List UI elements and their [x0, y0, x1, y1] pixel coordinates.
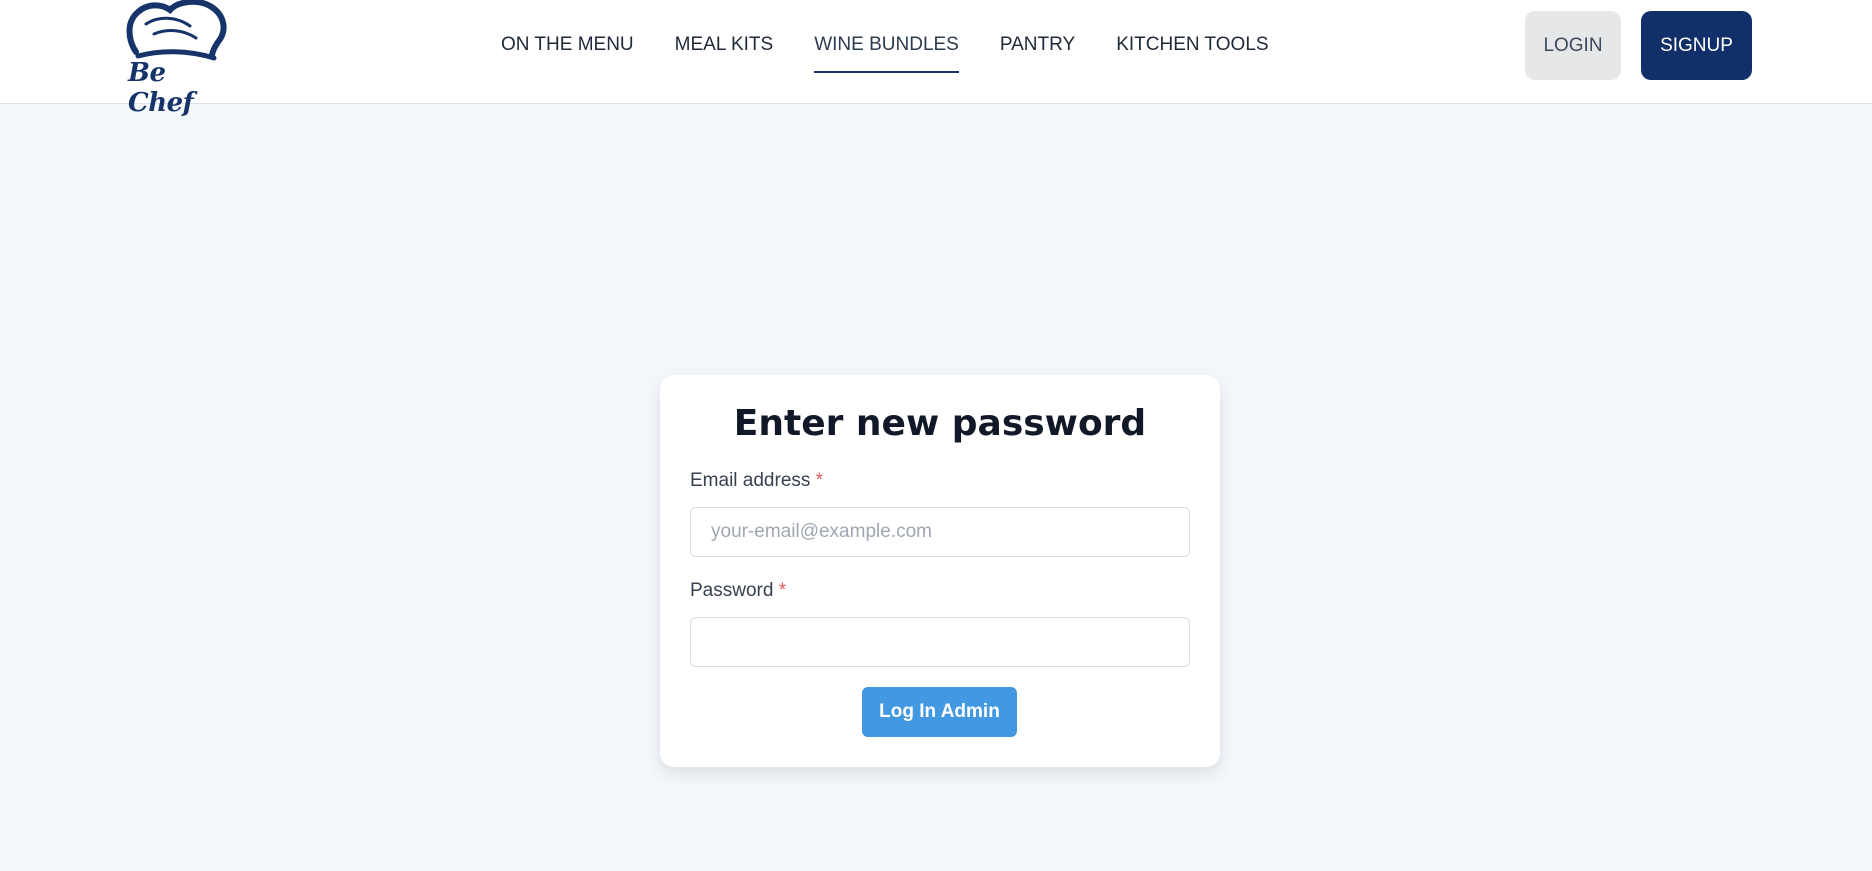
required-asterisk: * [778, 580, 787, 601]
login-button[interactable]: LOGIN [1525, 11, 1621, 80]
signup-button[interactable]: SIGNUP [1641, 11, 1752, 80]
nav-item-on-the-menu[interactable]: ON THE MENU [501, 0, 634, 90]
reset-password-card: Enter new password Email address * Passw… [660, 375, 1220, 767]
password-label: Password * [690, 580, 786, 602]
nav-item-kitchen-tools[interactable]: KITCHEN TOOLS [1116, 0, 1268, 90]
nav-item-wine-bundles[interactable]: WINE BUNDLES [814, 0, 959, 90]
required-asterisk: * [815, 470, 824, 491]
main-nav: ON THE MENU MEAL KITS WINE BUNDLES PANTR… [501, 0, 1310, 90]
password-label-text: Password [690, 580, 774, 601]
log-in-admin-button[interactable]: Log In Admin [862, 687, 1017, 737]
form-title: Enter new password [733, 403, 1147, 444]
nav-item-meal-kits[interactable]: MEAL KITS [675, 0, 774, 90]
email-label: Email address * [690, 470, 823, 492]
email-label-text: Email address [690, 470, 811, 491]
nav-item-pantry[interactable]: PANTRY [1000, 0, 1075, 90]
password-input[interactable] [690, 617, 1190, 667]
brand-name: Be Chef [128, 58, 194, 118]
brand-logo[interactable]: Be Chef [124, 0, 234, 118]
email-input[interactable] [690, 507, 1190, 557]
top-navbar: Be Chef ON THE MENU MEAL KITS WINE BUNDL… [0, 0, 1872, 118]
